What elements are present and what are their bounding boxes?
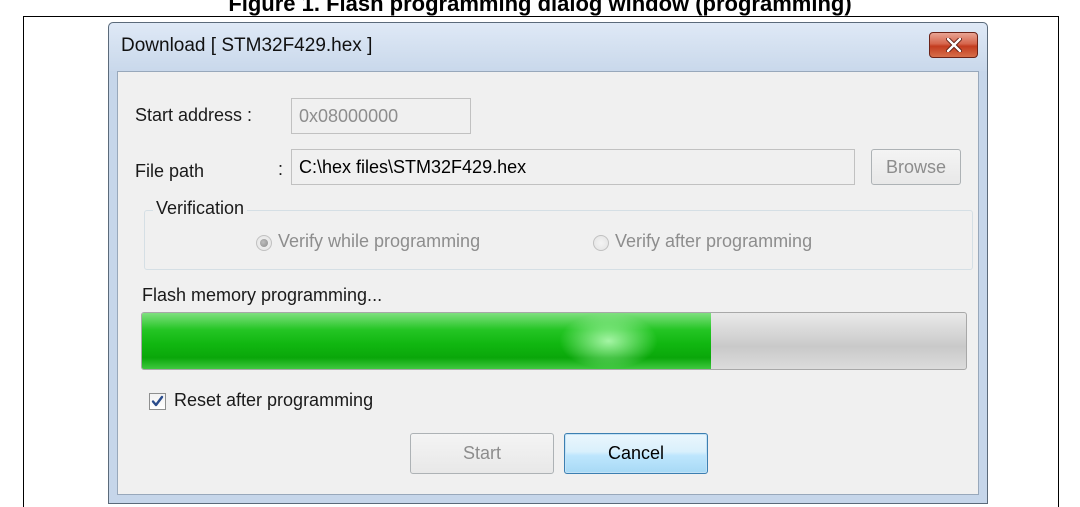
close-button[interactable] <box>929 32 978 58</box>
verification-legend: Verification <box>153 198 248 219</box>
frame-border-left <box>23 16 24 507</box>
verify-after-programming-label: Verify after programming <box>615 231 813 251</box>
window-title: Download [ STM32F429.hex ] <box>121 35 373 56</box>
file-path-label: File path <box>135 161 205 181</box>
frame-border-top <box>23 16 1059 17</box>
start-button[interactable]: Start <box>410 433 554 474</box>
cancel-button[interactable]: Cancel <box>564 433 708 474</box>
checkmark-icon <box>151 395 164 407</box>
download-dialog: Download [ STM32F429.hex ] Start address… <box>108 22 988 504</box>
verify-while-programming-label: Verify while programming <box>278 231 481 251</box>
reset-after-programming-label: Reset after programming <box>174 390 374 410</box>
frame-border-right <box>1058 16 1059 507</box>
reset-after-programming-checkbox[interactable] <box>149 393 166 410</box>
verify-after-programming-radio[interactable] <box>593 235 609 251</box>
progress-status-text: Flash memory programming... <box>142 285 383 305</box>
file-path-colon: : <box>278 159 284 179</box>
radio-selected-dot <box>260 239 268 247</box>
progress-bar-fill <box>142 313 711 369</box>
start-address-field[interactable]: 0x08000000 <box>291 98 471 134</box>
start-address-label: Start address : <box>135 105 253 125</box>
figure-caption: Figure 1. Flash programming dialog windo… <box>228 0 852 16</box>
close-icon <box>945 38 962 52</box>
programming-progress-bar <box>141 312 967 370</box>
verify-while-programming-radio[interactable] <box>256 235 272 251</box>
title-bar[interactable]: Download [ STM32F429.hex ] <box>109 23 987 71</box>
file-path-field[interactable]: C:\hex files\STM32F429.hex <box>291 149 855 185</box>
browse-button[interactable]: Browse <box>871 149 961 185</box>
dialog-body: Start address : 0x08000000 File path : C… <box>117 71 979 495</box>
